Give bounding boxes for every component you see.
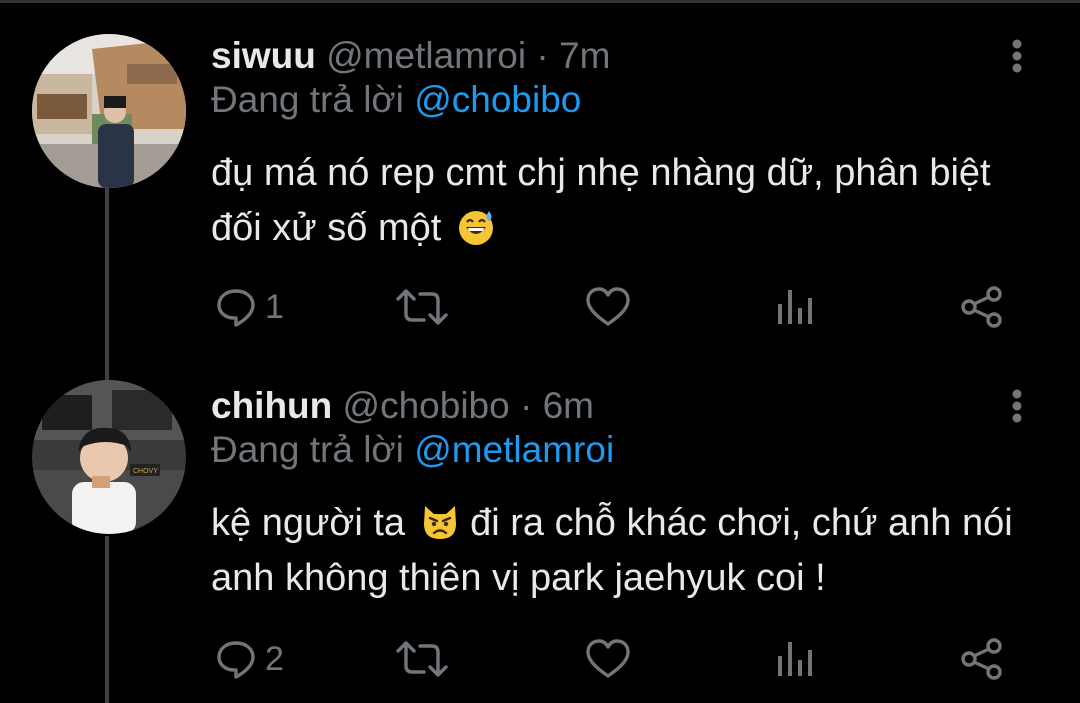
views-icon <box>778 642 812 676</box>
share-button[interactable] <box>960 634 1004 684</box>
share-button[interactable] <box>960 282 1004 332</box>
display-name[interactable]: siwuu <box>211 35 316 76</box>
tweet-text: đụ má nó rep cmt chj nhẹ nhàng dữ, phân … <box>211 146 1031 256</box>
views-button[interactable] <box>776 282 816 332</box>
avatar[interactable]: CHOVY <box>32 380 186 534</box>
views-icon <box>778 290 812 324</box>
timestamp[interactable]: 6m <box>543 385 594 426</box>
reply-count: 2 <box>265 639 284 678</box>
replying-to-label: Đang trả lời <box>211 79 404 120</box>
pouting-cat-emoji-icon <box>423 506 456 539</box>
tweet-text-body: đụ má nó rep cmt chj nhẹ nhàng dữ, phân … <box>211 152 991 249</box>
reply-icon <box>217 289 255 327</box>
tweet[interactable]: CHOVY chihun @chobibo · 6m Đang trả lời … <box>0 380 1080 694</box>
replying-to-label: Đang trả lời <box>211 429 404 470</box>
share-icon <box>961 286 1002 328</box>
reply-button[interactable]: 2 <box>215 634 284 684</box>
display-name[interactable]: chihun <box>211 385 332 426</box>
tweet-header: chihun @chobibo · 6m <box>211 384 594 428</box>
like-button[interactable] <box>585 282 631 332</box>
reply-count: 1 <box>265 287 284 326</box>
mention-link[interactable]: @metlamroi <box>414 429 614 470</box>
like-icon <box>586 287 630 326</box>
tweet-text-body: kệ người ta <box>211 502 406 544</box>
user-handle[interactable]: @metlamroi <box>326 35 526 76</box>
retweet-icon <box>396 641 448 677</box>
replying-to: Đang trả lời @chobibo <box>211 78 581 122</box>
more-options-icon[interactable] <box>1005 384 1029 428</box>
svg-text:CHOVY: CHOVY <box>133 468 158 475</box>
retweet-icon <box>396 289 448 325</box>
tweet-header: siwuu @metlamroi · 7m <box>211 34 610 78</box>
replying-to: Đang trả lời @metlamroi <box>211 428 614 472</box>
share-icon <box>961 638 1002 680</box>
timestamp[interactable]: 7m <box>559 35 610 76</box>
more-options-icon[interactable] <box>1005 34 1029 78</box>
separator: · <box>536 35 549 76</box>
reply-button[interactable]: 1 <box>215 282 284 332</box>
retweet-button[interactable] <box>396 282 448 332</box>
retweet-button[interactable] <box>396 634 448 684</box>
tweet-actions: 1 <box>211 282 1011 332</box>
separator: · <box>520 385 533 426</box>
avatar[interactable] <box>32 34 186 188</box>
views-button[interactable] <box>776 634 816 684</box>
user-handle[interactable]: @chobibo <box>343 385 510 426</box>
mention-link[interactable]: @chobibo <box>414 79 581 120</box>
like-icon <box>586 639 630 678</box>
tweet[interactable]: siwuu @metlamroi · 7m Đang trả lời @chob… <box>0 34 1080 334</box>
reply-icon <box>217 641 255 679</box>
tweet-text: kệ người ta đi ra chỗ khác chơi, chứ anh… <box>211 496 1031 606</box>
top-divider <box>0 0 1080 3</box>
grinning-sweat-emoji-icon <box>458 211 493 245</box>
tweet-actions: 2 <box>211 634 1011 684</box>
like-button[interactable] <box>585 634 631 684</box>
